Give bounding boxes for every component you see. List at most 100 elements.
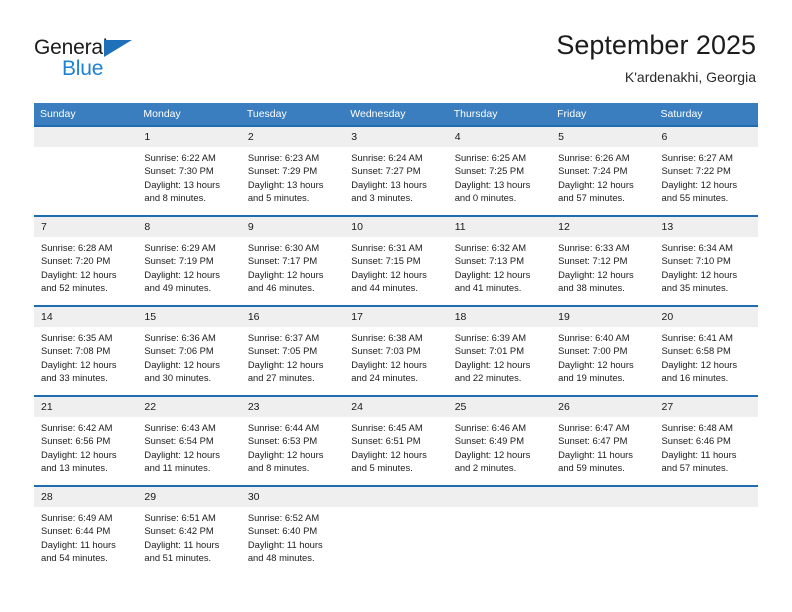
day-number: 25 (447, 397, 552, 417)
calendar-day-cell[interactable]: 27 Sunrise: 6:48 AM Sunset: 6:46 PM Dayligh… (654, 395, 758, 486)
sunset-text: Sunset: 6:40 PM (247, 525, 318, 537)
daylight-text-line2: and 0 minutes. (454, 191, 517, 203)
day-details: Sunrise: 6:45 AM Sunset: 6:51 PM Daylight:… (344, 417, 447, 474)
logo-triangle-icon (104, 40, 132, 57)
calendar-day-cell[interactable]: 12 Sunrise: 6:33 AM Sunset: 7:12 PM Dayligh… (551, 215, 655, 306)
sunset-text: Sunset: 7:00 PM (558, 345, 628, 357)
calendar-day-cell[interactable]: 21 Sunrise: 6:42 AM Sunset: 6:56 PM Dayligh… (34, 395, 138, 486)
daylight-text-line1: Daylight: 13 hours (454, 178, 531, 190)
calendar-day-cell[interactable]: 7 Sunrise: 6:28 AM Sunset: 7:20 PM Daylight… (34, 215, 138, 306)
day-details: Sunrise: 6:27 AM Sunset: 7:22 PM Daylight:… (655, 147, 758, 204)
day-details: Sunrise: 6:47 AM Sunset: 6:47 PM Daylight:… (551, 417, 654, 474)
calendar-day-cell[interactable]: 8 Sunrise: 6:29 AM Sunset: 7:19 PM Daylight… (137, 215, 241, 306)
calendar-page: General Blue September 2025 K'ardenakhi,… (0, 0, 792, 612)
calendar-week-row: 7 Sunrise: 6:28 AM Sunset: 7:20 PM Daylight… (34, 215, 758, 306)
sunrise-text: Sunrise: 6:46 AM (454, 422, 527, 433)
daylight-text-line1: Daylight: 12 hours (558, 358, 634, 370)
sunrise-text: Sunrise: 6:51 AM (144, 512, 216, 523)
sunset-text: Sunset: 7:05 PM (247, 345, 318, 357)
calendar-day-cell[interactable]: 6 Sunrise: 6:27 AM Sunset: 7:22 PM Daylight… (654, 125, 758, 216)
daylight-text-line2: and 2 minutes. (454, 461, 517, 473)
sunrise-text: Sunrise: 6:42 AM (41, 422, 113, 433)
weekday-header-saturday: Saturday (654, 103, 758, 126)
calendar-day-cell[interactable]: 16 Sunrise: 6:37 AM Sunset: 7:05 PM Dayligh… (240, 305, 345, 396)
sunset-text: Sunset: 7:15 PM (351, 255, 421, 267)
daylight-text-line2: and 51 minutes. (144, 551, 212, 563)
calendar-day-cell[interactable]: 19 Sunrise: 6:40 AM Sunset: 7:00 PM Dayligh… (551, 305, 655, 396)
daylight-text-line2: and 44 minutes. (351, 281, 418, 293)
calendar-day-cell[interactable]: 9 Sunrise: 6:30 AM Sunset: 7:17 PM Daylight… (240, 215, 345, 306)
sunrise-text: Sunrise: 6:40 AM (558, 332, 630, 343)
day-details: Sunrise: 6:39 AM Sunset: 7:01 PM Daylight:… (448, 327, 551, 384)
sunrise-text: Sunrise: 6:33 AM (558, 242, 630, 253)
day-number: 5 (551, 127, 655, 147)
sunrise-text: Sunrise: 6:44 AM (247, 422, 320, 433)
calendar-day-cell[interactable]: 3 Sunrise: 6:24 AM Sunset: 7:27 PM Daylight… (344, 125, 448, 216)
sunrise-text: Sunrise: 6:26 AM (558, 152, 630, 163)
calendar-day-cell[interactable]: 5 Sunrise: 6:26 AM Sunset: 7:24 PM Daylight… (551, 125, 655, 216)
calendar-day-cell[interactable]: 18 Sunrise: 6:39 AM Sunset: 7:01 PM Dayligh… (447, 305, 552, 396)
calendar-day-cell[interactable]: 20 Sunrise: 6:41 AM Sunset: 6:58 PM Dayligh… (654, 305, 758, 396)
calendar-day-cell[interactable]: 26 Sunrise: 6:47 AM Sunset: 6:47 PM Dayligh… (551, 395, 655, 486)
day-details: Sunrise: 6:24 AM Sunset: 7:27 PM Daylight:… (344, 147, 447, 204)
daylight-text-line2: and 19 minutes. (558, 371, 625, 383)
calendar-day-cell[interactable]: 14 Sunrise: 6:35 AM Sunset: 7:08 PM Dayligh… (34, 305, 138, 396)
daylight-text-line1: Daylight: 12 hours (661, 358, 738, 370)
calendar-header-row: Sunday Monday Tuesday Wednesday Thursday Frid… (34, 103, 758, 126)
day-number (447, 487, 552, 507)
day-details: Sunrise: 6:23 AM Sunset: 7:29 PM Daylight:… (241, 147, 344, 204)
sunset-text: Sunset: 6:53 PM (247, 435, 318, 447)
calendar-day-cell[interactable]: 25 Sunrise: 6:46 AM Sunset: 6:49 PM Dayligh… (447, 395, 552, 486)
sunset-text: Sunset: 7:29 PM (247, 165, 318, 177)
calendar-day-cell[interactable]: 29 Sunrise: 6:51 AM Sunset: 6:42 PM Dayligh… (137, 485, 241, 575)
day-number: 12 (551, 217, 655, 237)
daylight-text-line2: and 57 minutes. (661, 461, 729, 473)
day-number: 27 (654, 397, 758, 417)
sunrise-text: Sunrise: 6:52 AM (247, 512, 320, 523)
calendar-day-cell[interactable]: 24 Sunrise: 6:45 AM Sunset: 6:51 PM Dayligh… (344, 395, 448, 486)
calendar-day-cell[interactable]: 1 Sunrise: 6:22 AM Sunset: 7:30 PM Daylight… (137, 125, 241, 216)
daylight-text-line1: Daylight: 12 hours (558, 178, 634, 190)
daylight-text-line2: and 11 minutes. (144, 461, 211, 473)
weekday-header-wednesday: Wednesday (344, 103, 448, 126)
sunrise-text: Sunrise: 6:32 AM (454, 242, 527, 253)
day-number: 22 (137, 397, 241, 417)
day-details: Sunrise: 6:41 AM Sunset: 6:58 PM Daylight:… (655, 327, 758, 384)
sunrise-text: Sunrise: 6:47 AM (558, 422, 630, 433)
calendar-day-cell[interactable]: 17 Sunrise: 6:38 AM Sunset: 7:03 PM Dayligh… (344, 305, 448, 396)
calendar-day-cell[interactable]: 23 Sunrise: 6:44 AM Sunset: 6:53 PM Dayligh… (240, 395, 345, 486)
sunrise-text: Sunrise: 6:35 AM (41, 332, 113, 343)
calendar-day-cell[interactable]: 28 Sunrise: 6:49 AM Sunset: 6:44 PM Dayligh… (34, 485, 138, 575)
daylight-text-line1: Daylight: 12 hours (41, 448, 117, 460)
daylight-text-line1: Daylight: 12 hours (454, 268, 531, 280)
day-number: 29 (137, 487, 241, 507)
sunset-text: Sunset: 6:54 PM (144, 435, 214, 447)
calendar-day-cell[interactable]: 22 Sunrise: 6:43 AM Sunset: 6:54 PM Dayligh… (137, 395, 241, 486)
calendar-day-cell[interactable]: 10 Sunrise: 6:31 AM Sunset: 7:15 PM Dayligh… (344, 215, 448, 306)
sunset-text: Sunset: 6:47 PM (558, 435, 628, 447)
sunset-text: Sunset: 7:30 PM (144, 165, 214, 177)
calendar-day-cell[interactable]: 30 Sunrise: 6:52 AM Sunset: 6:40 PM Dayligh… (240, 485, 345, 575)
day-details: Sunrise: 6:26 AM Sunset: 7:24 PM Daylight:… (551, 147, 654, 204)
calendar-day-cell[interactable]: 2 Sunrise: 6:23 AM Sunset: 7:29 PM Daylight… (240, 125, 345, 216)
day-number (344, 487, 448, 507)
sunset-text: Sunset: 6:46 PM (661, 435, 731, 447)
day-details: Sunrise: 6:52 AM Sunset: 6:40 PM Daylight:… (241, 507, 344, 564)
calendar-day-cell[interactable]: 11 Sunrise: 6:32 AM Sunset: 7:13 PM Dayligh… (447, 215, 552, 306)
daylight-text-line2: and 57 minutes. (558, 191, 625, 203)
daylight-text-line1: Daylight: 13 hours (144, 178, 220, 190)
sunset-text: Sunset: 7:12 PM (558, 255, 628, 267)
calendar-day-cell-empty (344, 485, 448, 575)
calendar-day-cell[interactable]: 4 Sunrise: 6:25 AM Sunset: 7:25 PM Daylight… (447, 125, 552, 216)
sunrise-text: Sunrise: 6:37 AM (247, 332, 320, 343)
sunrise-text: Sunrise: 6:31 AM (351, 242, 423, 253)
calendar-day-cell[interactable]: 13 Sunrise: 6:34 AM Sunset: 7:10 PM Dayligh… (654, 215, 758, 306)
calendar-week-row: 28 Sunrise: 6:49 AM Sunset: 6:44 PM Dayligh… (34, 485, 758, 575)
calendar-day-cell[interactable]: 15 Sunrise: 6:36 AM Sunset: 7:06 PM Dayligh… (137, 305, 241, 396)
sunrise-text: Sunrise: 6:39 AM (454, 332, 527, 343)
daylight-text-line2: and 8 minutes. (247, 461, 310, 473)
daylight-text-line1: Daylight: 12 hours (144, 268, 220, 280)
daylight-text-line1: Daylight: 13 hours (247, 178, 324, 190)
sunset-text: Sunset: 7:08 PM (41, 345, 111, 357)
daylight-text-line1: Daylight: 12 hours (41, 358, 117, 370)
